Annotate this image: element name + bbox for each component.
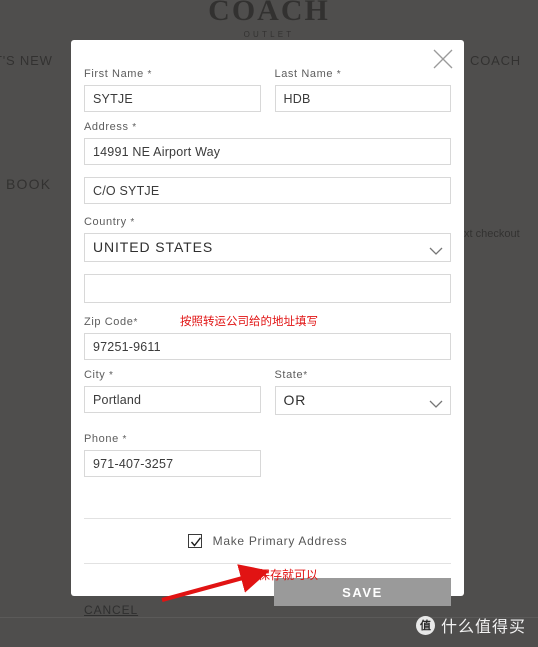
state-required-mark: * [303, 370, 308, 381]
address-label-text: Address [84, 121, 129, 133]
field-last-name: Last Name * [274, 68, 452, 112]
state-select[interactable]: OR [274, 386, 451, 415]
first-name-input[interactable] [84, 85, 261, 112]
last-name-label-text: Last Name [274, 68, 334, 80]
phone-label-text: Phone [84, 433, 119, 445]
zip-annotation-note: 按照转运公司给的地址填写 [180, 314, 318, 328]
country-label: Country * [84, 216, 451, 228]
zip-code-required-mark: * [133, 317, 138, 328]
last-name-label: Last Name * [275, 68, 452, 80]
field-country: Country * UNITED STATES [84, 216, 451, 262]
city-input[interactable] [84, 386, 261, 413]
country-select[interactable]: UNITED STATES [84, 233, 451, 262]
country-required-mark: * [130, 217, 135, 228]
address-label: Address * [84, 121, 451, 133]
field-address-line2 [84, 177, 451, 204]
field-first-name: First Name * [84, 68, 261, 112]
make-primary-address-label: Make Primary Address [212, 534, 348, 548]
zip-code-input[interactable] [84, 333, 451, 360]
save-button[interactable]: SAVE [274, 578, 451, 606]
city-label: City * [84, 369, 261, 381]
country-extra-input[interactable] [84, 274, 451, 303]
zip-code-label-text: Zip Code [84, 316, 134, 328]
modal-actions: CANCEL SAVE [84, 578, 451, 634]
phone-required-mark: * [122, 434, 127, 445]
field-phone: Phone * [84, 433, 261, 477]
make-primary-address-row[interactable]: Make Primary Address [84, 519, 451, 563]
country-label-text: Country [84, 216, 127, 228]
city-label-text: City [84, 369, 106, 381]
edit-address-modal: First Name * Last Name * Addre [71, 40, 464, 617]
field-city: City * [84, 369, 261, 413]
city-required-mark: * [109, 370, 114, 381]
phone-input[interactable] [84, 450, 261, 477]
address-line1-input[interactable] [84, 138, 451, 165]
field-address: Address * [84, 121, 451, 165]
first-name-label-text: First Name [84, 68, 144, 80]
state-label-text: State [274, 369, 304, 381]
last-name-input[interactable] [274, 85, 451, 112]
state-label: State* [275, 369, 452, 381]
first-name-required-mark: * [147, 69, 152, 80]
country-select-value: UNITED STATES [84, 233, 451, 262]
address-line2-input[interactable] [84, 177, 451, 204]
make-primary-address-checkbox[interactable] [187, 534, 202, 548]
address-required-mark: * [132, 122, 137, 133]
phone-label: Phone * [84, 433, 261, 445]
field-state: State* OR [274, 369, 452, 415]
last-name-required-mark: * [336, 69, 342, 80]
cancel-button[interactable]: CANCEL [84, 603, 138, 617]
first-name-label: First Name * [84, 68, 261, 80]
watermark-label: 什么值得买 [440, 617, 526, 636]
field-country-extra [84, 274, 451, 303]
state-select-value: OR [274, 386, 451, 415]
divider-bottom [84, 563, 451, 564]
checkmark-icon [190, 537, 201, 547]
address-form: First Name * Last Name * Addre [84, 68, 451, 634]
